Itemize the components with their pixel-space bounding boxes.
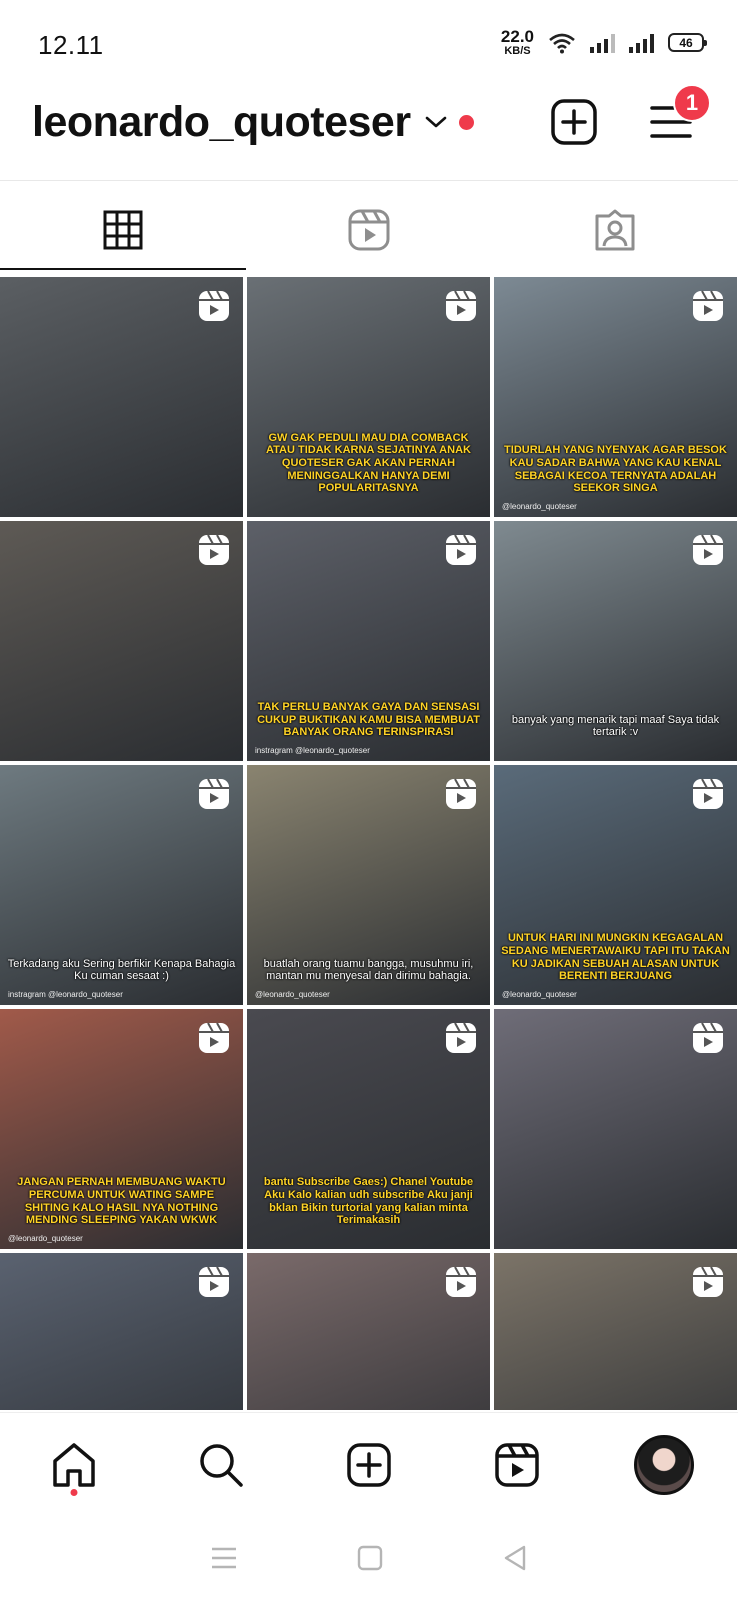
post-tile[interactable]: TAK PERLU BANYAK GAYA DAN SENSASI CUKUP … (247, 521, 490, 761)
signal-1-icon (590, 33, 615, 53)
post-tile[interactable] (494, 1253, 737, 1410)
post-watermark-handle: @leonardo_quoteser (502, 990, 577, 999)
signal-2-icon (629, 33, 654, 53)
post-caption-overlay: TAK PERLU BANYAK GAYA DAN SENSASI CUKUP … (257, 701, 480, 739)
reel-badge-icon (197, 1265, 231, 1304)
post-tile[interactable]: GW GAK PEDULI MAU DIA COMBACK ATAU TIDAK… (247, 277, 490, 517)
post-tile[interactable] (0, 277, 243, 517)
post-tile[interactable]: banyak yang menarik tapi maaf Saya tidak… (494, 521, 737, 761)
post-tile[interactable] (494, 1009, 737, 1249)
post-tile[interactable]: Terkadang aku Sering berfikir Kenapa Bah… (0, 765, 243, 1005)
post-watermark-handle: @leonardo_quoteser (502, 502, 577, 511)
network-speed: 22.0 KB/S (501, 28, 534, 57)
nav-home[interactable] (0, 1413, 148, 1516)
home-notification-dot (70, 1489, 78, 1496)
post-tile[interactable] (0, 1253, 243, 1410)
tagged-person-icon (595, 209, 635, 251)
post-caption-overlay: bantu Subscribe Gaes:) Chanel Youtube Ak… (263, 1176, 474, 1227)
post-tile[interactable]: bantu Subscribe Gaes:) Chanel Youtube Ak… (247, 1009, 490, 1249)
post-caption-overlay: banyak yang menarik tapi maaf Saya tidak… (511, 713, 720, 739)
reel-badge-icon (197, 289, 231, 328)
search-icon (200, 1443, 244, 1487)
tab-tagged[interactable] (492, 190, 738, 270)
profile-header: leonardo_quoteser 1 (0, 84, 738, 180)
reel-badge-icon (691, 289, 725, 328)
reel-badge-icon (691, 1265, 725, 1304)
post-tile[interactable]: UNTUK HARI INI MUNGKIN KEGAGALAN SEDANG … (494, 765, 737, 1005)
home-square-icon[interactable] (357, 1545, 383, 1571)
status-time: 12.11 (38, 30, 104, 60)
wifi-icon (549, 33, 575, 53)
status-icons: 22.0 KB/S 46 (501, 28, 707, 57)
post-caption-overlay: TIDURLAH YANG NYENYAK AGAR BESOK KAU SAD… (504, 444, 727, 495)
post-watermark-handle: instragram @leonardo_quoteser (8, 990, 123, 999)
profile-tabs (0, 190, 738, 270)
post-caption-overlay: buatlah orang tuamu bangga, musuhmu iri,… (263, 957, 474, 983)
create-icon (347, 1442, 391, 1487)
reels-icon (348, 209, 390, 251)
post-tile[interactable]: JANGAN PERNAH MEMBUANG WAKTU PERCUMA UNT… (0, 1009, 243, 1249)
nav-reels[interactable] (443, 1413, 591, 1516)
post-caption-overlay: JANGAN PERNAH MEMBUANG WAKTU PERCUMA UNT… (17, 1176, 226, 1227)
post-watermark-handle: @leonardo_quoteser (8, 1234, 83, 1243)
reel-badge-icon (444, 1265, 478, 1304)
recents-icon[interactable] (210, 1546, 238, 1570)
notification-badge: 1 (673, 84, 711, 122)
status-bar: 12.11 22.0 KB/S 46 (0, 0, 738, 92)
nav-profile[interactable] (590, 1413, 738, 1516)
network-speed-value: 22.0 (500, 27, 534, 46)
network-speed-unit: KB/S (504, 45, 531, 57)
reel-badge-icon (691, 777, 725, 816)
header-divider (0, 180, 738, 181)
nav-create[interactable] (295, 1413, 443, 1516)
posts-grid: GW GAK PEDULI MAU DIA COMBACK ATAU TIDAK… (0, 277, 738, 1410)
account-activity-dot (459, 115, 474, 130)
bottom-navigation (0, 1412, 738, 1516)
grid-icon (103, 210, 143, 250)
post-watermark-handle: @leonardo_quoteser (255, 990, 330, 999)
reel-badge-icon (197, 777, 231, 816)
post-tile[interactable]: buatlah orang tuamu bangga, musuhmu iri,… (247, 765, 490, 1005)
nav-search[interactable] (148, 1413, 296, 1516)
reel-badge-icon (444, 533, 478, 572)
home-icon (53, 1442, 95, 1487)
post-caption-overlay: UNTUK HARI INI MUNGKIN KEGAGALAN SEDANG … (501, 932, 730, 983)
reel-badge-icon (444, 777, 478, 816)
back-icon[interactable] (502, 1544, 528, 1572)
reel-badge-icon (691, 1021, 725, 1060)
tab-reels[interactable] (246, 190, 492, 270)
chevron-down-icon[interactable] (424, 114, 448, 130)
reel-badge-icon (444, 289, 478, 328)
system-navigation (0, 1516, 738, 1600)
post-tile[interactable] (0, 521, 243, 761)
reel-badge-icon (197, 1021, 231, 1060)
post-tile[interactable]: TIDURLAH YANG NYENYAK AGAR BESOK KAU SAD… (494, 277, 737, 517)
post-caption-overlay: Terkadang aku Sering berfikir Kenapa Bah… (7, 957, 236, 983)
post-caption-overlay: GW GAK PEDULI MAU DIA COMBACK ATAU TIDAK… (266, 431, 471, 495)
battery-icon: 46 (668, 33, 707, 52)
profile-avatar (634, 1434, 695, 1495)
tab-posts-grid[interactable] (0, 190, 246, 270)
post-tile[interactable]: @leonardo_quoteser (247, 1253, 490, 1410)
reel-badge-icon (444, 1021, 478, 1060)
reels-icon (494, 1442, 539, 1487)
account-switcher-username[interactable]: leonardo_quoteser (32, 98, 411, 147)
post-watermark-handle: instragram @leonardo_quoteser (255, 746, 370, 755)
new-post-icon[interactable] (550, 98, 598, 146)
reel-badge-icon (197, 533, 231, 572)
reel-badge-icon (691, 533, 725, 572)
